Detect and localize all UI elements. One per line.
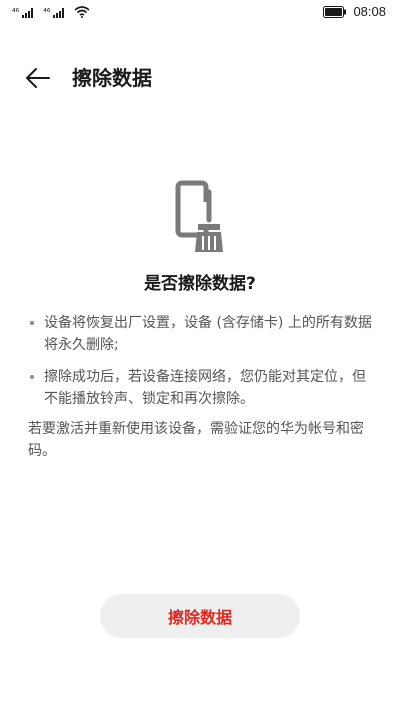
status-bar: ⁴⁶ ⁴⁶ 08:08	[0, 0, 400, 26]
signal-icon	[53, 8, 65, 18]
erase-data-button[interactable]: 擦除数据	[100, 594, 300, 638]
signal-icon	[22, 8, 34, 18]
status-right: 08:08	[323, 4, 386, 19]
status-left: ⁴⁶ ⁴⁶	[12, 6, 90, 18]
page-title: 擦除数据	[72, 66, 152, 90]
back-button[interactable]	[20, 62, 56, 94]
wipe-question: 是否擦除数据?	[144, 274, 256, 294]
list-item: 设备将恢复出厂设置，设备 (含存储卡) 上的所有数据将永久删除;	[26, 312, 378, 356]
sim2-label: ⁴⁶	[43, 8, 51, 18]
phone-broom-icon	[175, 180, 223, 252]
hero-illustration	[170, 180, 230, 255]
reactivation-note: 若要激活并重新使用该设备，需验证您的华为帐号和密码。	[28, 421, 364, 459]
battery-icon	[323, 5, 347, 18]
arrow-left-icon	[26, 68, 50, 88]
wifi-icon	[74, 6, 90, 18]
list-item: 擦除成功后，若设备连接网络，您仍能对其定位，但不能播放铃声、锁定和再次擦除。	[26, 366, 378, 410]
page-header: 擦除数据	[0, 56, 400, 100]
warning-list: 设备将恢复出厂设置，设备 (含存储卡) 上的所有数据将永久删除; 擦除成功后，若…	[26, 312, 378, 420]
sim1-label: ⁴⁶	[12, 8, 20, 18]
status-time: 08:08	[353, 4, 386, 19]
